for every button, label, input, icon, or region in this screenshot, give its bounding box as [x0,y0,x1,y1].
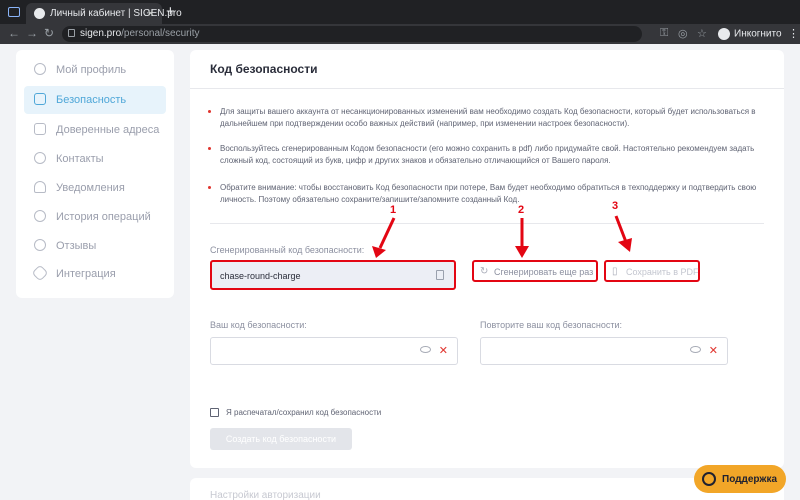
repeat-code-label: Повторите ваш код безопасности: [480,320,623,330]
lock-icon [34,93,46,105]
bullet-icon [208,186,211,189]
support-label: Поддержка [722,474,778,485]
regenerate-label: Сгенерировать еще раз [494,267,594,277]
eye-off-icon[interactable]: ◎ [678,27,688,40]
forward-icon[interactable]: → [26,26,38,40]
tab-title: Личный кабинет | SIGEN.pro [50,8,182,19]
divider [190,88,784,89]
sidebar-item-label: Доверенные адреса [56,124,160,136]
sidebar-item-notifications[interactable]: Уведомления [24,174,166,202]
auth-settings-title: Настройки авторизации [210,490,321,500]
eye-icon[interactable] [690,346,701,353]
sidebar-item-label: Безопасность [56,94,127,106]
saved-code-checkbox[interactable] [210,408,219,417]
tab-close-icon[interactable]: × [147,6,154,20]
star-icon[interactable]: ☆ [697,27,707,40]
saved-code-checkbox-label[interactable]: Я распечатал/сохранил код безопасности [226,408,381,417]
generated-code-value: chase-round-charge [220,271,301,281]
window-menu-icon[interactable] [8,7,20,17]
sidebar: Мой профиль Безопасность Доверенные адре… [16,50,174,298]
your-code-label: Ваш код безопасности: [210,320,307,330]
reload-icon[interactable]: ↻ [44,26,54,40]
bullet-icon [208,147,211,150]
sidebar-item-label: Мой профиль [56,64,127,76]
info-note-text: Обратите внимание: чтобы восстановить Ко… [220,183,757,204]
bullet-icon [208,110,211,113]
url-host: sigen.pro [80,28,122,39]
eye-icon[interactable] [420,346,431,353]
generated-code-label: Сгенерированный код безопасности: [210,245,365,255]
page-title: Код безопасности [210,62,318,76]
bell-icon [34,181,46,193]
file-icon: ▯ [612,266,618,277]
annotation-number: 2 [518,204,525,216]
sidebar-item-integration[interactable]: Интеграция [24,260,166,288]
chat-icon [34,239,46,251]
link-icon [31,264,49,282]
your-code-input[interactable]: ✕ [210,337,458,365]
info-note: Обратите внимание: чтобы восстановить Ко… [208,182,768,206]
clear-icon[interactable]: ✕ [709,344,718,357]
incognito-label: Инкогнито [734,28,782,40]
clear-icon[interactable]: ✕ [439,344,448,357]
annotation-number: 1 [390,204,397,216]
info-note-text: Для защиты вашего аккаунта от несанкцион… [220,107,756,128]
sidebar-item-label: Уведомления [56,182,125,194]
security-code-card: Код безопасности Для защиты вашего аккау… [190,50,784,468]
sidebar-item-label: Отзывы [56,240,97,252]
save-pdf-button[interactable]: ▯ Сохранить в PDF [604,260,700,282]
more-menu-icon[interactable]: ⋮ [788,27,799,40]
url-field[interactable]: sigen.pro/personal/security [62,26,642,42]
info-note-text: Воспользуйтесь сгенерированным Кодом без… [220,144,755,165]
sidebar-item-profile[interactable]: Мой профиль [24,56,166,84]
address-bar-row: ← → ↻ sigen.pro/personal/security ⚿ ◎ ☆ … [0,24,800,44]
sidebar-item-reviews[interactable]: Отзывы [24,232,166,260]
annotation-number: 3 [612,200,619,212]
back-icon[interactable]: ← [8,26,20,40]
sidebar-item-label: Контакты [56,153,104,165]
phone-icon [34,152,46,164]
site-favicon-icon [34,8,45,19]
sidebar-item-trusted-addresses[interactable]: Доверенные адреса [24,116,166,144]
refresh-icon: ↻ [480,266,489,277]
history-icon [34,210,46,222]
copy-icon[interactable] [436,270,444,280]
repeat-code-input[interactable]: ✕ [480,337,728,365]
divider [210,223,764,224]
create-code-button[interactable]: Создать код безопасности [210,428,352,450]
support-button[interactable]: Поддержка [694,465,786,493]
sidebar-item-history[interactable]: История операций [24,203,166,231]
info-note: Для защиты вашего аккаунта от несанкцион… [208,106,768,130]
sidebar-item-label: Интеграция [56,268,116,280]
generated-code-field[interactable]: chase-round-charge [210,260,456,290]
sidebar-item-contacts[interactable]: Контакты [24,145,166,173]
book-icon [34,123,46,135]
key-icon[interactable]: ⚿ [660,27,668,40]
info-note: Воспользуйтесь сгенерированным Кодом без… [208,143,768,167]
browser-tab-bar: Личный кабинет | SIGEN.pro × + [0,0,800,24]
incognito-badge[interactable]: Инкогнито [718,28,782,40]
support-icon [702,472,716,486]
lock-icon [68,29,75,37]
url-path: /personal/security [121,28,200,39]
regenerate-button[interactable]: ↻ Сгенерировать еще раз [472,260,598,282]
sidebar-item-label: История операций [56,211,151,223]
save-pdf-label: Сохранить в PDF [626,267,699,277]
incognito-icon [718,28,730,40]
annotation-arrow-icon [372,217,396,258]
annotation-arrow-icon [515,218,529,258]
browser-tab[interactable]: Личный кабинет | SIGEN.pro × [26,3,182,24]
user-icon [34,63,46,75]
sidebar-item-security[interactable]: Безопасность [24,86,166,114]
annotation-arrow-icon [614,215,632,252]
new-tab-icon[interactable]: + [166,3,175,20]
